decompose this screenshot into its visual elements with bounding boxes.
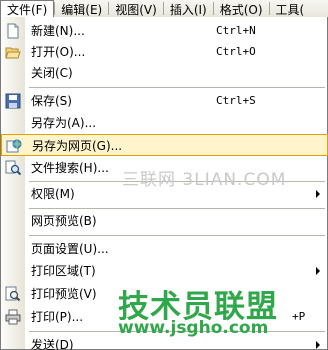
menu-item-label: 关闭(C) (31, 66, 73, 80)
menu-item-label: 打印区域(T) (31, 264, 96, 278)
menu-item-label: 打印(P)... (31, 310, 84, 324)
web-page-icon (6, 138, 22, 154)
menu-item-label: 发送(D) (31, 338, 74, 350)
menu-item-label: 权限(M) (31, 187, 75, 201)
menu-item-open[interactable]: 打开(O)... Ctrl+O (1, 41, 328, 63)
menu-file[interactable]: 文件(F) (0, 0, 55, 18)
file-search-icon (5, 160, 22, 176)
menu-item-label: 新建(N)... (31, 24, 85, 38)
menu-item-save[interactable]: 保存(S) Ctrl+S (1, 90, 328, 112)
menu-item-new[interactable]: 新建(N)... Ctrl+N (1, 20, 328, 42)
shortcut-text: Ctrl+O (216, 45, 256, 58)
menu-view[interactable]: 视图(V) (109, 0, 163, 18)
menu-bar: 文件(F) 编辑(E) 视图(V) 插入(I) 格式(O) 工具( (0, 0, 328, 18)
menu-item-print-area[interactable]: 打印区域(T) (1, 260, 328, 282)
shortcut-text: +P (292, 310, 306, 323)
menu-item-save-as-web[interactable]: 另存为网页(G)... (1, 134, 328, 156)
menu-insert[interactable]: 插入(I) (164, 0, 213, 18)
save-disk-icon (5, 93, 21, 109)
new-document-icon (5, 23, 21, 39)
submenu-arrow-icon (316, 267, 320, 275)
menu-item-label: 页面设置(U)... (31, 242, 109, 256)
menu-separator (29, 208, 325, 209)
menu-item-label: 网页预览(B) (31, 214, 97, 228)
menu-item-web-preview[interactable]: 网页预览(B) (1, 210, 328, 232)
submenu-arrow-icon (316, 190, 320, 198)
open-folder-icon (5, 44, 21, 60)
menu-item-label: 打印预览(V) (31, 287, 97, 301)
menu-tools[interactable]: 工具( (270, 0, 311, 18)
printer-icon (5, 309, 21, 325)
menu-format[interactable]: 格式(O) (214, 0, 269, 18)
menu-item-label: 另存为网页(G)... (32, 139, 123, 153)
shortcut-text: Ctrl+N (216, 24, 256, 37)
menu-item-close[interactable]: 关闭(C) (1, 62, 328, 84)
menu-item-label: 打开(O)... (31, 45, 86, 59)
menu-item-label: 保存(S) (31, 94, 72, 108)
watermark-jsgho-url: www.jsgho.com (118, 318, 269, 338)
print-preview-icon (5, 286, 21, 302)
shortcut-text: Ctrl+S (216, 94, 256, 107)
watermark-3lian: 三联网 3LIAN.COM (122, 170, 287, 190)
menu-item-save-as[interactable]: 另存为(A)... (1, 112, 328, 134)
menu-item-label: 另存为(A)... (31, 116, 97, 130)
menu-item-page-setup[interactable]: 页面设置(U)... (1, 238, 328, 260)
menu-separator (29, 235, 325, 236)
menu-separator (29, 87, 325, 88)
menu-edit[interactable]: 编辑(E) (55, 0, 108, 18)
submenu-arrow-icon (316, 341, 320, 349)
menu-item-label: 文件搜索(H)... (31, 161, 109, 175)
